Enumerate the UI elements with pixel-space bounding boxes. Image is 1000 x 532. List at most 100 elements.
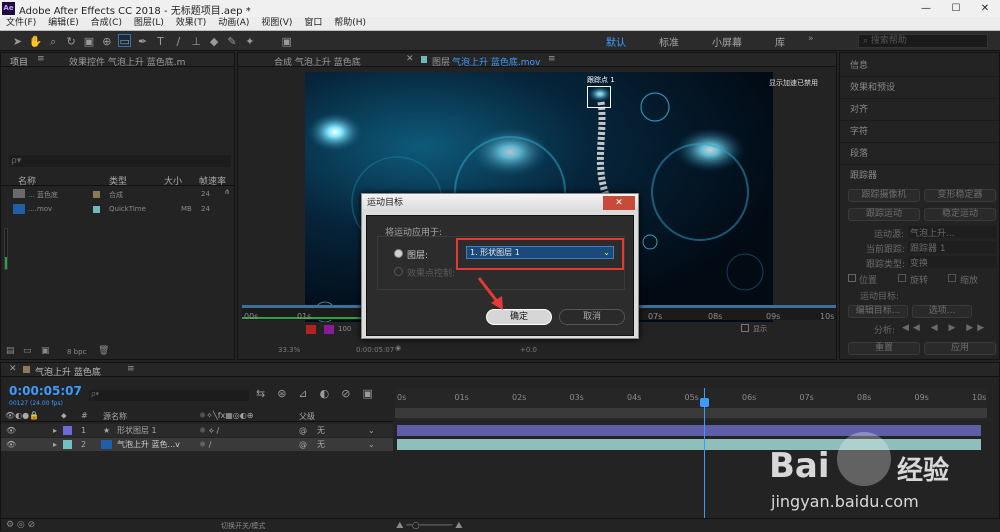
chevron-down-icon[interactable]: ⌄ — [368, 424, 375, 437]
tab-project[interactable]: 项目 — [10, 55, 28, 68]
close-tab-icon[interactable]: ✕ — [9, 364, 17, 374]
motion-source-select[interactable]: 气泡上升... — [908, 226, 996, 239]
menu-animation[interactable]: 动画(A) — [218, 17, 249, 30]
col-type[interactable]: 类型 — [109, 174, 127, 187]
menu-composition[interactable]: 合成(C) — [91, 17, 122, 30]
work-area-bar[interactable] — [395, 408, 987, 418]
pan-behind-tool-icon[interactable]: ⊕ — [100, 35, 113, 48]
col-name[interactable]: 名称 — [18, 174, 36, 187]
playhead[interactable] — [700, 388, 710, 532]
workspace-library[interactable]: 库 — [775, 34, 785, 49]
expand-arrow-icon[interactable]: ▸ — [53, 438, 57, 451]
track-type-select[interactable]: 变换 — [908, 256, 996, 269]
tab-effect-controls[interactable]: 效果控件 气泡上升 蓝色底.m — [69, 55, 185, 68]
zoom-slider[interactable]: ⛰ ─○────── ⛰ — [396, 521, 463, 531]
apply-button[interactable]: 应用 — [924, 342, 996, 355]
effect-point-radio[interactable] — [394, 267, 403, 276]
track-camera-button[interactable]: 跟踪摄像机 — [848, 189, 920, 202]
panel-tracker[interactable]: 跟踪器 — [840, 165, 999, 187]
panel-info[interactable]: 信息 — [840, 55, 999, 77]
track-point-box[interactable] — [587, 86, 611, 108]
visibility-eye-icon[interactable]: 👁 — [6, 438, 16, 451]
close-tab-icon[interactable]: ✕ — [406, 54, 414, 64]
camera-tool-icon[interactable]: ▣ — [83, 35, 96, 48]
workspace-standard[interactable]: 标准 — [659, 34, 679, 49]
puppet-tool-icon[interactable]: ✦ — [243, 35, 256, 48]
rotation-checkbox[interactable] — [898, 274, 906, 282]
list-item[interactable]: ....mov QuickTime MB 24 — [1, 203, 234, 216]
expand-arrow-icon[interactable]: ▸ — [53, 424, 57, 437]
selection-tool-icon[interactable]: ➤ — [11, 35, 24, 48]
table-row[interactable]: 👁 ▸ 1 ★ 形状图层 1 ⚛ ⟡ ∕ @ 无 ⌄ — [1, 424, 393, 437]
panel-effects-presets[interactable]: 效果和预设 — [840, 77, 999, 99]
analyze-controls[interactable]: ◀◀ ◀ ▶ ▶▶ — [902, 323, 988, 333]
interpret-footage-icon[interactable]: ▤ — [6, 346, 15, 356]
close-button[interactable]: ✕ — [970, 0, 1000, 17]
menu-effect[interactable]: 效果(T) — [176, 17, 207, 30]
tab-menu-icon[interactable]: ≡ — [37, 54, 45, 64]
list-item[interactable]: ... 蓝色底 合成 24 ⋔ — [1, 188, 234, 201]
options-button[interactable]: 选项... — [912, 305, 972, 318]
visibility-eye-icon[interactable]: 👁 — [6, 424, 16, 437]
flowchart-icon[interactable]: ⋔ — [224, 188, 230, 196]
tab-timeline[interactable]: 气泡上升 蓝色底 — [35, 365, 101, 378]
pen-tool-icon[interactable]: ✒ — [136, 35, 149, 48]
dialog-close-button[interactable]: ✕ — [603, 196, 635, 210]
parent-select[interactable]: 无 — [317, 424, 325, 437]
tab-layer[interactable]: 气泡上升 蓝色底.mov — [452, 55, 540, 68]
layer-radio[interactable] — [394, 249, 403, 258]
reset-button[interactable]: 重置 — [848, 342, 920, 355]
menu-layer[interactable]: 图层(L) — [134, 17, 164, 30]
rotate-tool-icon[interactable]: ↻ — [65, 35, 78, 48]
roto-brush-tool-icon[interactable]: ✎ — [226, 35, 239, 48]
menu-edit[interactable]: 编辑(E) — [48, 17, 79, 30]
menu-help[interactable]: 帮助(H) — [334, 17, 366, 30]
position-checkbox[interactable] — [848, 274, 856, 282]
snapping-icon[interactable]: ▣ — [280, 35, 293, 48]
track-motion-button[interactable]: 跟踪运动 — [848, 208, 920, 221]
toggle-switches-modes[interactable]: 切换开关/模式 — [221, 521, 265, 531]
viewer-timecode[interactable]: 0:00:05:07 — [356, 346, 394, 354]
footer-icon[interactable]: ⚙ ◎ ⊘ — [6, 520, 35, 530]
hand-tool-icon[interactable]: ✋ — [29, 35, 43, 48]
panel-character[interactable]: 字符 — [840, 121, 999, 143]
menu-view[interactable]: 视图(V) — [261, 17, 292, 30]
exposure-value[interactable]: +0.0 — [520, 346, 537, 354]
panel-align[interactable]: 对齐 — [840, 99, 999, 121]
tab-layer-label[interactable]: 图层 — [432, 55, 450, 68]
menu-window[interactable]: 窗口 — [304, 17, 322, 30]
type-tool-icon[interactable]: T — [154, 35, 167, 48]
timeline-search[interactable]: ρ▾ — [89, 390, 249, 401]
zoom-tool-icon[interactable]: ⌕ — [47, 35, 60, 48]
new-folder-icon[interactable]: ▭ — [23, 346, 32, 356]
show-checkbox[interactable] — [741, 324, 749, 332]
tab-menu-icon[interactable]: ≡ — [548, 54, 556, 64]
workspace-default[interactable]: 默认 — [606, 34, 626, 49]
tab-menu-icon[interactable]: ≡ — [127, 364, 135, 374]
rectangle-tool-icon[interactable]: ▭ — [118, 34, 132, 48]
camera-snapshot-icon[interactable]: ◉ — [395, 344, 401, 352]
panel-paragraph[interactable]: 段落 — [840, 143, 999, 165]
clone-stamp-tool-icon[interactable]: ⊥ — [190, 35, 203, 48]
col-fps[interactable]: 帧速率 — [199, 174, 226, 187]
pickwhip-icon[interactable]: @ — [299, 438, 307, 451]
eraser-tool-icon[interactable]: ◆ — [208, 35, 221, 48]
menu-file[interactable]: 文件(F) — [6, 17, 36, 30]
delete-icon[interactable]: 🗑 — [98, 346, 109, 356]
table-row[interactable]: 👁 ▸ 2 气泡上升 蓝色...v ⚛ ∕ @ 无 ⌄ — [1, 438, 393, 451]
parent-select[interactable]: 无 — [317, 438, 325, 451]
stabilize-motion-button[interactable]: 稳定运动 — [924, 208, 996, 221]
playhead-handle[interactable] — [700, 398, 710, 407]
pickwhip-icon[interactable]: @ — [299, 424, 307, 437]
magnification-select[interactable]: 33.3% — [278, 346, 300, 354]
workspace-small-screen[interactable]: 小屏幕 — [712, 34, 742, 49]
edit-target-button[interactable]: 编辑目标... — [848, 305, 908, 318]
current-track-select[interactable]: 跟踪器 1 — [908, 241, 996, 254]
chevron-down-icon[interactable]: ⌄ — [368, 438, 375, 451]
warp-stabilizer-button[interactable]: 变形稳定器 — [924, 189, 996, 202]
workspace-more-icon[interactable]: » — [808, 34, 814, 44]
tab-composition[interactable]: 合成 气泡上升 蓝色底 — [274, 55, 361, 68]
new-composition-icon[interactable]: ▣ — [41, 346, 50, 356]
bpc-label[interactable]: 8 bpc — [67, 348, 86, 356]
project-search[interactable]: ρ▾ — [9, 155, 231, 167]
